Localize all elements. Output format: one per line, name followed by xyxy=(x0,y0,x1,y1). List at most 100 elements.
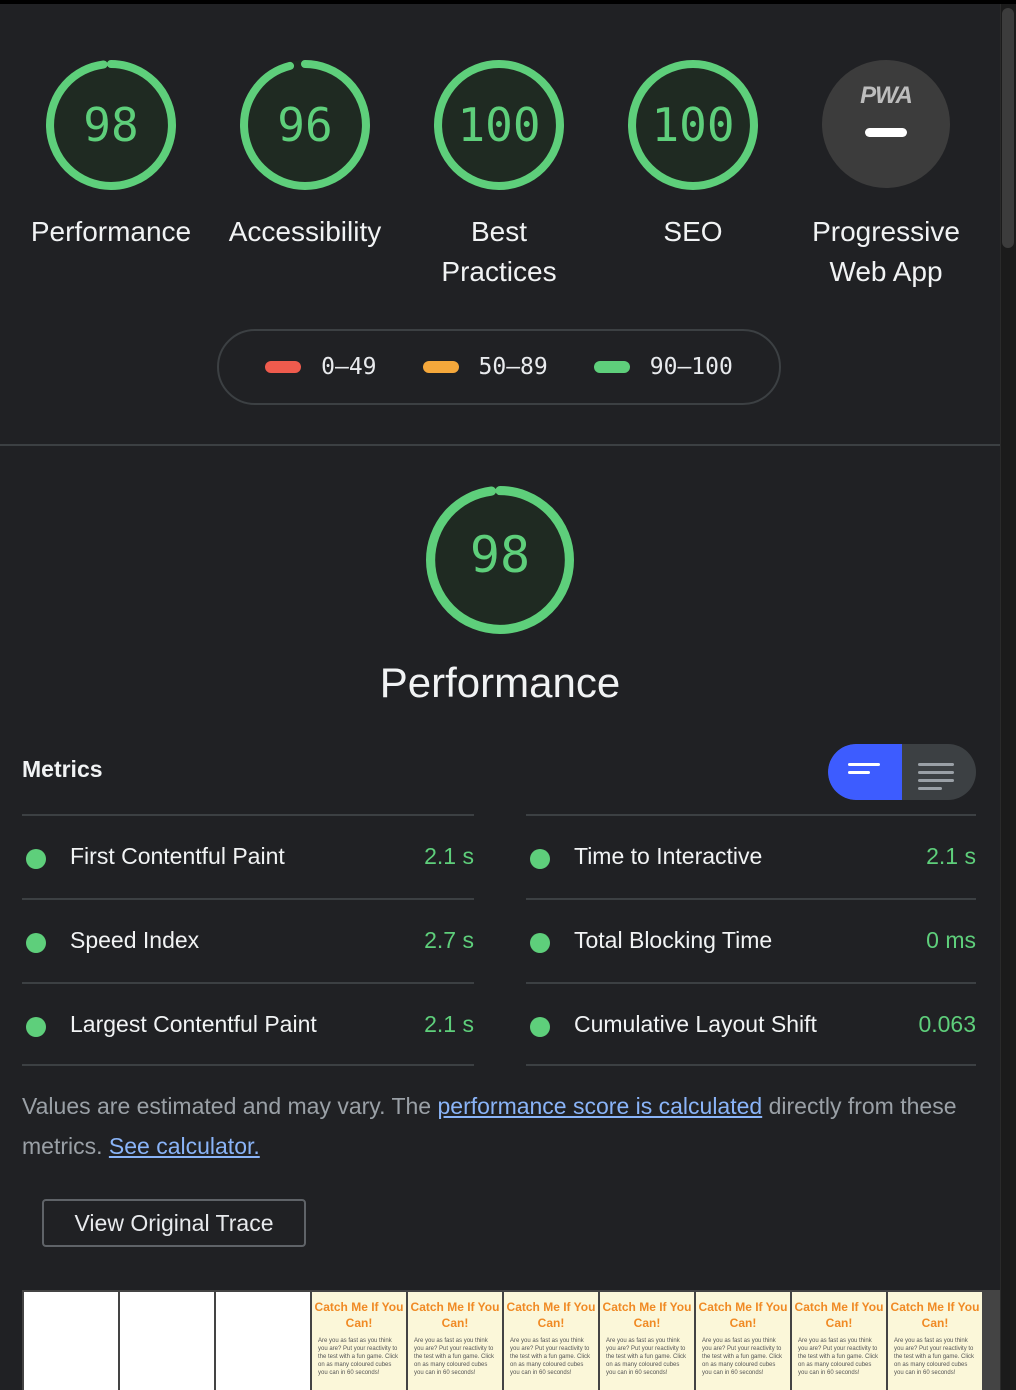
frame-title: Can! xyxy=(921,1316,949,1330)
metric-name: Time to Interactive xyxy=(574,843,763,869)
vertical-scrollbar[interactable] xyxy=(1000,4,1016,1390)
metric-name: Speed Index xyxy=(70,927,200,953)
pwa-badge-wrap: PWA xyxy=(786,60,986,190)
filmstrip-frame xyxy=(24,1292,118,1390)
metric-row: Largest Contentful Paint 2.1 s xyxy=(22,982,474,1066)
gauge-label-line: Best xyxy=(470,216,528,247)
performance-gauge-large: 98 xyxy=(400,486,600,634)
metrics-view-toggle[interactable] xyxy=(828,744,976,800)
metric-value: 2.1 s xyxy=(424,843,474,869)
scrollbar-thumb[interactable] xyxy=(1002,8,1014,248)
metric-value: 0.063 xyxy=(918,1011,976,1037)
frame-text: Are you as fast as you think you are? Pu… xyxy=(894,1338,975,1376)
filmstrip-frame: Catch Me If You Can! Are you as fast as … xyxy=(696,1292,790,1390)
legend-range: 50–89 xyxy=(478,354,548,380)
metric-name: Cumulative Layout Shift xyxy=(574,1011,817,1037)
note-text: Values are estimated and may vary. The xyxy=(22,1093,438,1119)
frame-text: Are you as fast as you think you are? Pu… xyxy=(606,1338,687,1376)
section-divider xyxy=(0,444,1000,446)
gauge-score: 96 xyxy=(277,98,333,152)
frame-text: Are you as fast as you think you are? Pu… xyxy=(702,1338,783,1376)
metric-row: Speed Index 2.7 s xyxy=(22,898,474,982)
gauge-label: Performance xyxy=(30,216,192,247)
pass-dot-icon xyxy=(530,849,550,869)
filmstrip-frame: Catch Me If You Can! Are you as fast as … xyxy=(312,1292,406,1390)
frame-title: Catch Me If You xyxy=(602,1300,692,1314)
frame-title: Can! xyxy=(345,1316,373,1330)
metric-row: Cumulative Layout Shift 0.063 xyxy=(526,982,976,1066)
pwa-dash-icon xyxy=(865,128,907,137)
gauge-label: SEO xyxy=(663,216,723,247)
metric-name: Total Blocking Time xyxy=(574,927,773,953)
legend-range: 0–49 xyxy=(321,354,377,380)
category-gauges: 98 Performance 96 Accessibility 100 Best… xyxy=(0,4,1000,304)
metric-row: First Contentful Paint 2.1 s xyxy=(22,814,474,898)
metrics-disclaimer: Values are estimated and may vary. The p… xyxy=(22,1086,982,1166)
pass-dot-icon xyxy=(530,933,550,953)
filmstrip-frame: Catch Me If You Can! Are you as fast as … xyxy=(888,1292,982,1390)
gauge-pwa[interactable]: PWA Progressive Web App xyxy=(786,60,986,292)
compact-list-icon xyxy=(848,763,880,779)
score-calculation-link[interactable]: performance score is calculated xyxy=(437,1093,762,1119)
compact-view-button[interactable] xyxy=(828,744,902,800)
filmstrip: Catch Me If You Can! Are you as fast as … xyxy=(22,1290,1000,1390)
gauge-label-line: Progressive xyxy=(812,216,960,247)
pass-dot-icon xyxy=(26,933,46,953)
metric-value: 2.7 s xyxy=(424,927,474,953)
gauge-label-line: Web App xyxy=(829,256,943,287)
metric-row: Time to Interactive 2.1 s xyxy=(526,814,976,898)
pass-dot-icon xyxy=(530,1017,550,1037)
legend-swatch-orange xyxy=(422,361,459,373)
frame-title: Can! xyxy=(633,1316,661,1330)
frame-title: Can! xyxy=(441,1316,469,1330)
frame-title: Can! xyxy=(825,1316,853,1330)
metric-name: Largest Contentful Paint xyxy=(70,1011,317,1037)
expanded-view-button[interactable] xyxy=(902,744,976,800)
frame-title: Catch Me If You xyxy=(410,1300,500,1314)
metric-row: Total Blocking Time 0 ms xyxy=(526,898,976,982)
metric-value: 2.1 s xyxy=(424,1011,474,1037)
frame-title: Catch Me If You xyxy=(890,1300,980,1314)
frame-title: Can! xyxy=(729,1316,757,1330)
view-original-trace-button[interactable]: View Original Trace xyxy=(42,1199,306,1247)
gauge-accessibility[interactable]: 96 Accessibility xyxy=(205,60,405,252)
filmstrip-frame xyxy=(216,1292,310,1390)
frame-title: Catch Me If You xyxy=(506,1300,596,1314)
expanded-list-icon xyxy=(918,763,954,795)
gauge-best-practices[interactable]: 100 Best Practices xyxy=(399,60,599,292)
frame-title: Catch Me If You xyxy=(698,1300,788,1314)
frame-title: Can! xyxy=(537,1316,565,1330)
metric-value: 2.1 s xyxy=(926,843,976,869)
gauge-seo[interactable]: 100 SEO xyxy=(593,60,793,252)
legend-item-fail: 0–49 xyxy=(265,354,377,380)
legend-range: 90–100 xyxy=(649,354,733,380)
performance-score: 98 xyxy=(469,526,531,584)
frame-title: Catch Me If You xyxy=(794,1300,884,1314)
metrics-column-left: First Contentful Paint 2.1 s Speed Index… xyxy=(22,814,474,1066)
filmstrip-frame xyxy=(120,1292,214,1390)
frame-text: Are you as fast as you think you are? Pu… xyxy=(798,1338,879,1376)
frame-text: Are you as fast as you think you are? Pu… xyxy=(318,1338,399,1376)
gauge-label: Progressive Web App xyxy=(786,212,986,292)
metrics-heading: Metrics xyxy=(22,756,103,782)
metric-name: First Contentful Paint xyxy=(70,843,285,869)
gauge-performance[interactable]: 98 Performance xyxy=(11,60,211,252)
score-scale-legend: 0–49 50–89 90–100 xyxy=(217,329,781,405)
legend-swatch-green xyxy=(593,361,630,373)
frame-title: Catch Me If You xyxy=(314,1300,404,1314)
gauge-label: Accessibility xyxy=(228,216,382,247)
legend-item-average: 50–89 xyxy=(422,354,548,380)
legend-swatch-red xyxy=(265,361,302,373)
frame-text: Are you as fast as you think you are? Pu… xyxy=(414,1338,495,1376)
metrics-column-right: Time to Interactive 2.1 s Total Blocking… xyxy=(526,814,976,1066)
gauge-score: 98 xyxy=(83,98,139,152)
pass-dot-icon xyxy=(26,849,46,869)
filmstrip-frame: Catch Me If You Can! Are you as fast as … xyxy=(600,1292,694,1390)
calculator-link[interactable]: See calculator. xyxy=(109,1133,260,1159)
lighthouse-report: 98 Performance 96 Accessibility 100 Best… xyxy=(0,4,1000,1390)
filmstrip-frame: Catch Me If You Can! Are you as fast as … xyxy=(504,1292,598,1390)
filmstrip-frame: Catch Me If You Can! Are you as fast as … xyxy=(792,1292,886,1390)
frame-text: Are you as fast as you think you are? Pu… xyxy=(510,1338,591,1376)
filmstrip-frame: Catch Me If You Can! Are you as fast as … xyxy=(408,1292,502,1390)
pwa-badge-text: PWA xyxy=(860,82,913,109)
